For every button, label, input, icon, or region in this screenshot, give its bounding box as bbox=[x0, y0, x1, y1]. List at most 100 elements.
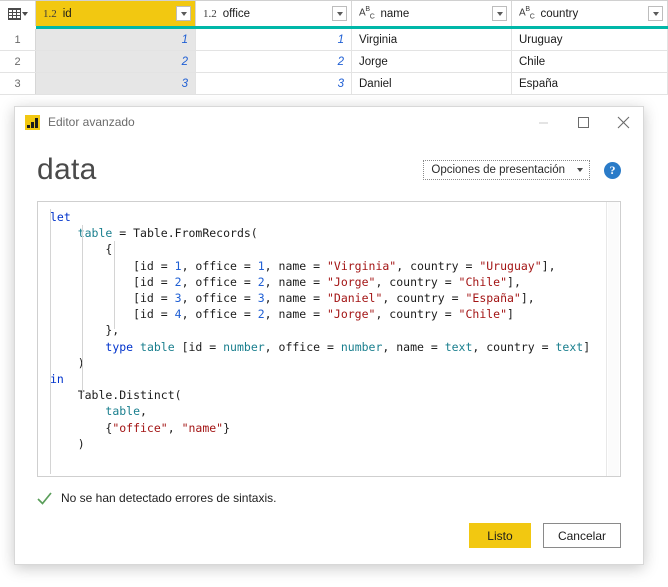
code-token: 4 bbox=[174, 307, 182, 322]
code-token: "Chile" bbox=[458, 274, 508, 289]
display-options-dropdown[interactable]: Opciones de presentación bbox=[423, 160, 590, 180]
cell-id[interactable]: 3 bbox=[36, 73, 196, 94]
code-token: , name = bbox=[264, 274, 327, 289]
done-button[interactable]: Listo bbox=[468, 523, 531, 548]
column-header-name[interactable]: ABC name bbox=[352, 1, 512, 26]
code-token: table bbox=[77, 226, 113, 241]
table-row[interactable]: 2 2 2 Jorge Chile bbox=[0, 51, 668, 73]
cell-office[interactable]: 1 bbox=[196, 29, 352, 50]
code-token: }, bbox=[50, 323, 120, 338]
column-header-label: office bbox=[222, 7, 251, 20]
grid-header-row: 1.2 id 1.2 office ABC name ABC country bbox=[0, 0, 668, 26]
data-preview-grid: 1.2 id 1.2 office ABC name ABC country 1 1 1 Virgi… bbox=[0, 0, 668, 96]
query-name-title: data bbox=[37, 153, 97, 186]
column-filter-button-country[interactable] bbox=[648, 6, 663, 21]
table-row[interactable]: 3 3 3 Daniel España bbox=[0, 73, 668, 95]
code-token: table bbox=[140, 339, 175, 354]
minimize-button[interactable] bbox=[523, 108, 563, 137]
text-type-icon: ABC bbox=[519, 6, 535, 21]
code-token: in bbox=[50, 372, 64, 387]
code-token: } bbox=[223, 420, 231, 435]
code-token: "Chile" bbox=[458, 307, 508, 322]
code-token: type bbox=[105, 339, 134, 354]
grid-rows: 1 1 1 Virginia Uruguay 2 2 2 Jorge Chile 3 3 3 Daniel… bbox=[0, 29, 668, 95]
code-token: "Jorge" bbox=[326, 274, 376, 289]
code-token: [id = bbox=[174, 339, 224, 354]
code-token: "Uruguay" bbox=[479, 258, 542, 273]
code-token: , country = bbox=[382, 291, 466, 306]
cancel-button[interactable]: Cancelar bbox=[542, 523, 621, 548]
code-token: , country = bbox=[375, 307, 459, 322]
cell-office[interactable]: 3 bbox=[196, 73, 352, 94]
dialog-body: data Opciones de presentación ? let tabl… bbox=[15, 137, 643, 564]
code-token: , office = bbox=[181, 274, 258, 289]
chevron-down-icon bbox=[577, 168, 583, 172]
code-token: , name = bbox=[264, 291, 327, 306]
column-header-country[interactable]: ABC country bbox=[512, 1, 668, 26]
code-token: "Virginia" bbox=[326, 258, 397, 273]
scrollbar-thumb[interactable] bbox=[608, 202, 619, 476]
code-token: , office = bbox=[264, 339, 341, 354]
column-filter-button-name[interactable] bbox=[492, 6, 507, 21]
code-token: "name" bbox=[181, 420, 224, 435]
code-token: , office = bbox=[181, 307, 258, 322]
code-token: text bbox=[555, 339, 584, 354]
code-token: , name = bbox=[382, 339, 445, 354]
code-token: Table.Distinct( bbox=[50, 388, 182, 403]
code-editor-surface[interactable]: let table = Table.FromRecords( { [id = 1… bbox=[38, 202, 606, 476]
cell-name[interactable]: Jorge bbox=[352, 51, 512, 72]
code-vertical-scrollbar[interactable] bbox=[606, 202, 620, 476]
column-header-office[interactable]: 1.2 office bbox=[196, 1, 352, 26]
code-token: [id = bbox=[50, 258, 175, 273]
code-token: , office = bbox=[181, 291, 258, 306]
code-token: [id = bbox=[50, 291, 175, 306]
text-type-icon: ABC bbox=[359, 6, 375, 21]
code-editor[interactable]: let table = Table.FromRecords( { [id = 1… bbox=[37, 201, 621, 477]
code-token: ], bbox=[541, 258, 556, 273]
help-icon[interactable]: ? bbox=[604, 161, 621, 179]
cell-id[interactable]: 2 bbox=[36, 51, 196, 72]
close-icon bbox=[617, 116, 629, 128]
row-number: 2 bbox=[0, 51, 36, 72]
checkmark-icon bbox=[37, 491, 52, 505]
code-token: number bbox=[223, 339, 265, 354]
code-token: number bbox=[340, 339, 383, 354]
column-filter-button-office[interactable] bbox=[332, 6, 347, 21]
code-token: let bbox=[50, 210, 71, 224]
cell-country[interactable]: Uruguay bbox=[512, 29, 668, 50]
code-token: { bbox=[50, 242, 113, 257]
code-token: [id = bbox=[50, 274, 175, 289]
code-token: = Table.FromRecords( bbox=[112, 226, 258, 241]
cell-office[interactable]: 2 bbox=[196, 51, 352, 72]
dialog-footer: Listo Cancelar bbox=[37, 523, 621, 548]
select-all-columns-button[interactable] bbox=[0, 1, 36, 26]
cell-country[interactable]: España bbox=[512, 73, 668, 94]
code-token: , bbox=[140, 404, 147, 419]
code-token: ], bbox=[507, 274, 521, 289]
code-token: , name = bbox=[264, 258, 327, 273]
cell-name[interactable]: Daniel bbox=[352, 73, 512, 94]
code-token: 3 bbox=[257, 291, 265, 306]
minimize-icon bbox=[538, 122, 548, 123]
close-button[interactable] bbox=[603, 108, 643, 137]
code-token: , country = bbox=[472, 339, 556, 354]
cell-name[interactable]: Virginia bbox=[352, 29, 512, 50]
dialog-title-bar[interactable]: Editor avanzado bbox=[15, 107, 643, 137]
code-token: "España" bbox=[465, 291, 521, 306]
code-token: text bbox=[444, 339, 473, 354]
cell-id[interactable]: 1 bbox=[36, 29, 196, 50]
maximize-button[interactable] bbox=[563, 108, 603, 137]
code-token: ) bbox=[50, 355, 85, 370]
column-filter-button-id[interactable] bbox=[176, 6, 191, 21]
dialog-title: Editor avanzado bbox=[48, 115, 135, 129]
column-header-id[interactable]: 1.2 id bbox=[36, 1, 196, 26]
code-token: ], bbox=[520, 291, 535, 306]
column-header-label: country bbox=[540, 7, 579, 20]
m-query-code[interactable]: let table = Table.FromRecords( { [id = 1… bbox=[38, 209, 606, 452]
code-token: "Jorge" bbox=[326, 307, 376, 322]
table-row[interactable]: 1 1 1 Virginia Uruguay bbox=[0, 29, 668, 51]
cell-country[interactable]: Chile bbox=[512, 51, 668, 72]
